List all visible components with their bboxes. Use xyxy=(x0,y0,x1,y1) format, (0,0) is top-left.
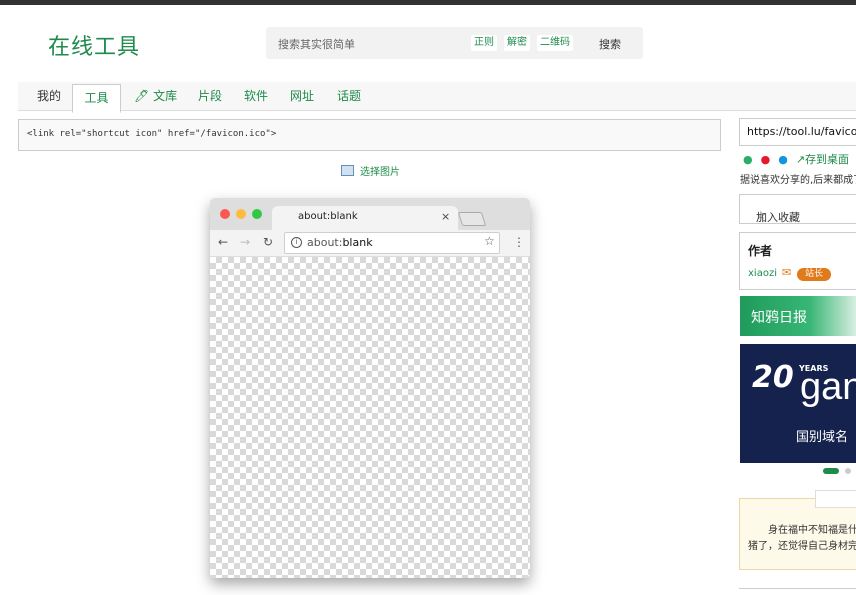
address-text: about:blank xyxy=(307,236,373,249)
tab-software[interactable]: 软件 xyxy=(244,82,268,110)
tab-topics[interactable]: 话题 xyxy=(337,82,361,110)
daily-banner[interactable]: 知鸦日报 xyxy=(740,296,856,336)
tab-tools[interactable]: 工具 xyxy=(72,84,121,113)
ad-brand: gan xyxy=(800,366,856,408)
carousel-dot-active[interactable] xyxy=(823,468,839,474)
code-text: <link rel="shortcut icon" href="/favicon… xyxy=(27,129,277,139)
pick-image-link[interactable]: 选择图片 xyxy=(341,163,400,178)
quote-tab xyxy=(815,490,856,508)
pill-decrypt[interactable]: 解密 xyxy=(504,35,530,51)
site-logo[interactable]: 在线工具 xyxy=(48,29,140,61)
share-caption: 据说喜欢分享的,后来都成了大神 xyxy=(740,175,856,186)
new-tab-icon xyxy=(457,212,487,226)
quote-line-2: 猪了，还觉得自己身材完美 xyxy=(748,541,856,552)
tab-library-label: 文库 xyxy=(153,89,178,103)
tab-snippets[interactable]: 片段 xyxy=(198,82,222,110)
quote-card: 身在福中不知福是什么 猪了，还觉得自己身材完美 xyxy=(739,490,856,570)
search-button[interactable]: 搜索 xyxy=(599,36,621,52)
tab-urls[interactable]: 网址 xyxy=(290,82,314,110)
info-icon: i xyxy=(291,237,302,248)
divider xyxy=(739,588,856,589)
browser-titlebar: about:blank × xyxy=(210,198,530,230)
share-row: ● ● ● ↗存到桌面 xyxy=(743,151,856,167)
pill-qrcode[interactable]: 二维码 xyxy=(537,35,573,51)
tab-mine[interactable]: 我的 xyxy=(37,82,61,110)
back-arrow-icon: ← xyxy=(218,235,229,249)
qq-icon[interactable]: ● xyxy=(778,153,788,166)
save-desktop-link[interactable]: ↗存到桌面 xyxy=(796,153,856,166)
add-favorite-label: 加入收藏 xyxy=(756,211,800,224)
address-bar: i about:blank xyxy=(284,232,500,254)
browser-preview: about:blank × ← → ↻ i about:blank ☆ ⋮ xyxy=(210,198,530,578)
pill-regex[interactable]: 正则 xyxy=(471,35,497,51)
author-heading: 作者 xyxy=(748,244,773,258)
feather-icon: 🖊 xyxy=(134,89,150,103)
search-bar: 搜索其实很简单 正则 解密 二维码 搜索 xyxy=(266,27,643,59)
reload-icon: ↻ xyxy=(263,235,274,249)
main-nav: 我的 工具 🖊 文库 片段 软件 网址 话题 xyxy=(18,82,856,113)
browser-tab-title: about:blank xyxy=(298,211,358,222)
star-icon: ☆ xyxy=(484,234,495,248)
weibo-icon[interactable]: ● xyxy=(761,153,771,166)
daily-title: 知鸦日报 xyxy=(751,310,807,326)
code-output[interactable]: <link rel="shortcut icon" href="/favicon… xyxy=(18,119,721,151)
wechat-icon[interactable]: ● xyxy=(743,153,753,166)
browser-toolbar: ← → ↻ i about:blank ☆ ⋮ xyxy=(210,230,530,257)
ad-subtitle: 国别域名 xyxy=(796,430,849,445)
top-bar xyxy=(0,0,856,5)
pick-image-label: 选择图片 xyxy=(360,167,400,178)
add-favorite-button[interactable]: ☆ 加入收藏 xyxy=(739,194,856,224)
page-url: https://tool.lu/favicon xyxy=(747,125,856,138)
author-name[interactable]: xiaozi xyxy=(748,268,777,279)
ad-banner[interactable]: 20 YEARS gan 国别域名 xyxy=(740,344,856,463)
image-icon xyxy=(341,165,354,176)
mail-icon[interactable]: ✉ xyxy=(782,266,791,279)
search-input[interactable]: 搜索其实很简单 xyxy=(278,36,355,52)
author-badge: 站长 xyxy=(797,268,832,281)
maximize-dot-icon xyxy=(252,209,262,219)
close-dot-icon xyxy=(220,209,230,219)
tab-library[interactable]: 🖊 文库 xyxy=(134,82,177,110)
ad-twenty: 20 xyxy=(752,360,794,395)
quote-line-1: 身在福中不知福是什么 xyxy=(768,525,856,536)
page-url-box[interactable]: https://tool.lu/favicon xyxy=(739,118,856,146)
menu-kebab-icon: ⋮ xyxy=(513,235,525,249)
tab-close-icon: × xyxy=(441,210,451,223)
transparent-canvas xyxy=(210,257,530,578)
author-card: 作者 xiaozi ✉ 站长 xyxy=(739,232,856,290)
carousel-dot[interactable] xyxy=(845,468,851,474)
forward-arrow-icon: → xyxy=(240,235,251,249)
minimize-dot-icon xyxy=(236,209,246,219)
